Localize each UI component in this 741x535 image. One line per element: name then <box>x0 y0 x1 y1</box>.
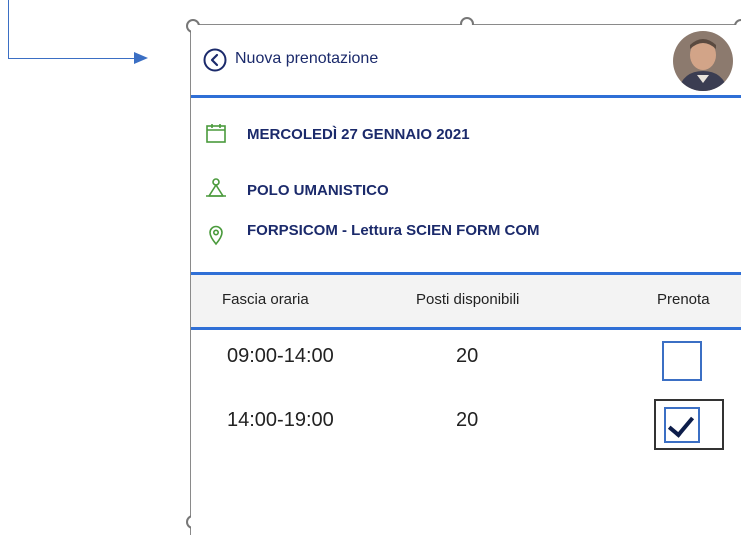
slots-table-header: Fascia oraria Posti disponibili Prenota <box>191 272 741 330</box>
location-label: POLO UMANISTICO <box>247 182 389 199</box>
back-circle-icon[interactable] <box>203 48 227 72</box>
table-row: 09:00-14:00 20 <box>191 331 741 383</box>
date-label: MERCOLEDÌ 27 GENNAIO 2021 <box>247 126 470 143</box>
annotation-arrow-vertical <box>8 0 9 58</box>
slot-seats: 20 <box>456 409 479 431</box>
room-label: FORPSICOM - Lettura SCIEN FORM COM <box>247 222 540 239</box>
building-icon <box>206 178 226 197</box>
annotation-arrow-head <box>134 52 148 64</box>
slot-time: 09:00-14:00 <box>227 345 334 367</box>
page-title: Nuova prenotazione <box>235 50 379 67</box>
column-header-book: Prenota <box>657 291 710 308</box>
checkmark-icon <box>667 410 695 438</box>
book-checkbox-checked[interactable] <box>664 407 700 443</box>
slot-seats: 20 <box>456 345 479 367</box>
avatar-photo <box>673 31 733 91</box>
table-row: 14:00-19:00 20 <box>191 395 741 450</box>
column-header-time-slot: Fascia oraria <box>222 291 309 308</box>
calendar-icon <box>206 124 226 143</box>
column-header-available-seats: Posti disponibili <box>416 291 520 308</box>
user-avatar[interactable] <box>673 31 733 91</box>
booking-screen: Nuova prenotazione MERCOLEDÌ 27 GENNAIO … <box>191 25 741 534</box>
map-pin-icon <box>209 225 223 246</box>
book-checkbox[interactable] <box>662 341 702 381</box>
slot-time: 14:00-19:00 <box>227 409 334 431</box>
app-header: Nuova prenotazione <box>191 25 741 98</box>
annotation-arrow-horizontal <box>8 58 136 59</box>
